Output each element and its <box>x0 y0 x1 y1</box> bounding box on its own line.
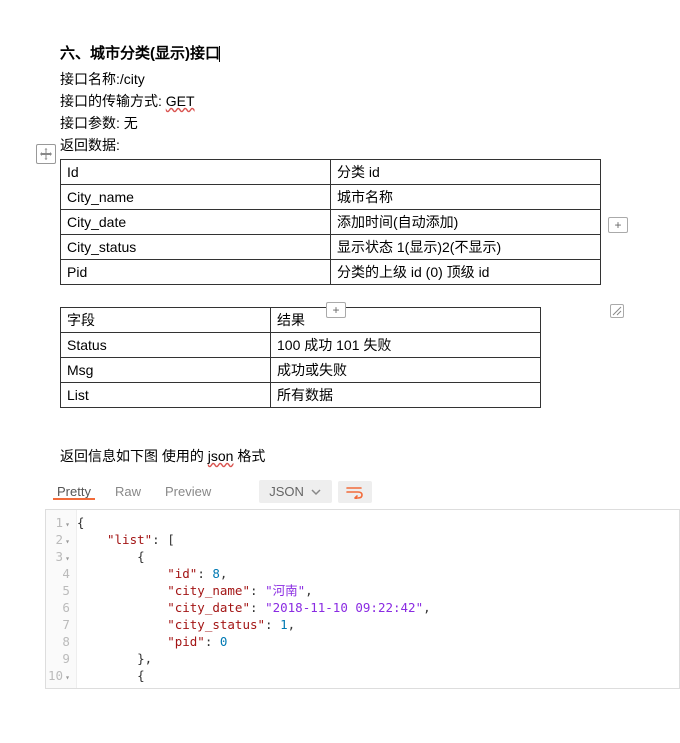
json-note: 返回信息如下图 使用的 json 格式 <box>60 446 680 466</box>
resize-handle-icon[interactable] <box>610 304 624 318</box>
table-row: Status100 成功 101 失败 <box>61 333 541 358</box>
result-table: 字段结果 Status100 成功 101 失败 Msg成功或失败 List所有… <box>60 307 541 408</box>
response-viewer: Pretty Raw Preview JSON 1 2 3 4 5 6 <box>45 474 680 689</box>
wrap-lines-button[interactable] <box>338 481 372 503</box>
table-row: Msg成功或失败 <box>61 358 541 383</box>
format-dropdown[interactable]: JSON <box>259 480 332 503</box>
table-row: City_status显示状态 1(显示)2(不显示) <box>61 235 601 260</box>
add-row-button[interactable]: + <box>326 302 346 318</box>
tab-pretty[interactable]: Pretty <box>45 484 103 499</box>
chevron-down-icon <box>310 486 322 498</box>
table-row: List所有数据 <box>61 383 541 408</box>
table-row: City_date添加时间(自动添加) <box>61 210 601 235</box>
tab-preview[interactable]: Preview <box>153 484 223 499</box>
table-row: 字段结果 <box>61 308 541 333</box>
table-row: Pid分类的上级 id (0) 顶级 id <box>61 260 601 285</box>
api-method-line: 接口的传输方式: GET <box>60 91 680 111</box>
json-code-box: 1 2 3 4 5 6 7 8 9 10 { "list": [ { "id":… <box>45 510 680 689</box>
section-heading: 六、城市分类(显示)接口 <box>60 42 680 63</box>
response-tabs: Pretty Raw Preview JSON <box>45 474 680 510</box>
api-name-line: 接口名称:/city <box>60 69 680 89</box>
code-lines[interactable]: { "list": [ { "id": 8, "city_name": "河南"… <box>77 510 679 688</box>
add-column-button[interactable]: + <box>608 217 628 233</box>
table-row: City_name城市名称 <box>61 185 601 210</box>
tab-raw[interactable]: Raw <box>103 484 153 499</box>
line-gutter: 1 2 3 4 5 6 7 8 9 10 <box>46 510 77 688</box>
text-cursor <box>219 46 220 62</box>
fields-table: Id分类 id City_name城市名称 City_date添加时间(自动添加… <box>60 159 601 285</box>
api-params-line: 接口参数: 无 <box>60 113 680 133</box>
move-handle-icon[interactable] <box>36 144 56 164</box>
wrap-icon <box>346 485 364 499</box>
return-data-label: 返回数据: <box>60 135 680 155</box>
table-row: Id分类 id <box>61 160 601 185</box>
